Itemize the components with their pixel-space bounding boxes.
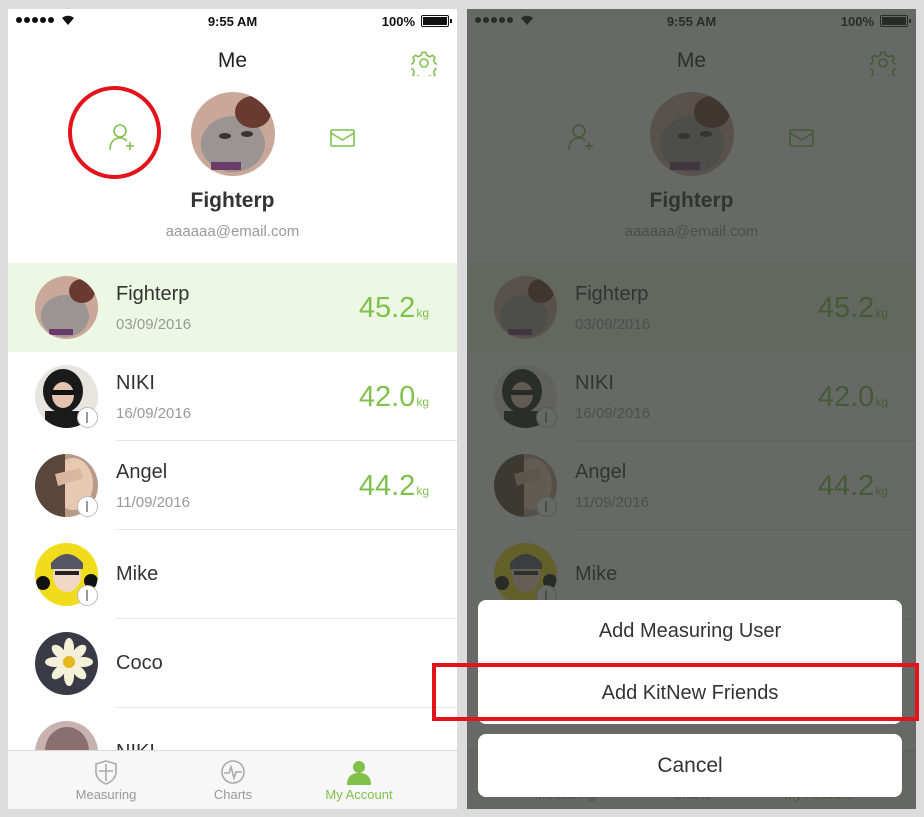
- profile-name: Fighterp: [190, 189, 275, 212]
- shield-icon: [95, 760, 117, 785]
- user-name: Angel: [116, 461, 168, 483]
- info-badge-icon: [77, 496, 98, 517]
- user-name: Fighterp: [116, 283, 190, 305]
- battery-percent: 100%: [381, 14, 415, 29]
- avatar: [35, 632, 98, 695]
- pulse-chart-icon: [221, 760, 245, 784]
- gear-icon[interactable]: [411, 50, 437, 76]
- info-badge-icon: [77, 407, 98, 428]
- measure-date: 16/09/2016: [116, 405, 192, 422]
- avatar: [35, 276, 98, 339]
- tab-measuring[interactable]: Measuring: [46, 759, 166, 802]
- list-item[interactable]: NIKI 16/09/2016 42.0kg: [8, 352, 457, 441]
- add-measuring-user-button[interactable]: Add Measuring User: [478, 600, 902, 662]
- measure-date: 03/09/2016: [116, 316, 192, 333]
- weight-value: 44.2kg: [358, 470, 429, 502]
- profile-email: aaaaaa@email.com: [165, 223, 300, 240]
- list-item[interactable]: Coco: [8, 619, 457, 708]
- person-icon: [347, 761, 371, 785]
- tab-bar: Measuring Charts My Account: [8, 750, 457, 809]
- user-name: NIKI: [116, 372, 155, 394]
- tab-my-account[interactable]: My Account: [299, 759, 419, 802]
- list-item[interactable]: Angel 11/09/2016 44.2kg: [8, 441, 457, 530]
- list-item[interactable]: Mike: [8, 530, 457, 619]
- weight-value: 42.0kg: [358, 381, 429, 413]
- page-title: Me: [217, 49, 248, 72]
- highlight-circle-annotation: [68, 86, 161, 179]
- battery-icon: [421, 15, 452, 27]
- weight-value: 45.2kg: [358, 292, 429, 324]
- highlight-rect-annotation: [432, 663, 919, 721]
- mail-icon[interactable]: [330, 129, 355, 147]
- tab-charts[interactable]: Charts: [173, 759, 293, 802]
- measure-date: 11/09/2016: [116, 494, 190, 511]
- list-item[interactable]: Fighterp 03/09/2016 45.2kg: [8, 263, 457, 352]
- tab-label: Charts: [213, 787, 253, 802]
- tab-label: Measuring: [75, 787, 137, 802]
- user-name: Coco: [116, 652, 163, 674]
- tab-label: My Account: [325, 787, 393, 802]
- avatar[interactable]: [191, 92, 275, 176]
- user-name: Mike: [116, 563, 159, 585]
- info-badge-icon: [77, 585, 98, 606]
- status-bar: 9:55 AM 100%: [8, 9, 457, 35]
- cancel-button[interactable]: Cancel: [478, 734, 902, 797]
